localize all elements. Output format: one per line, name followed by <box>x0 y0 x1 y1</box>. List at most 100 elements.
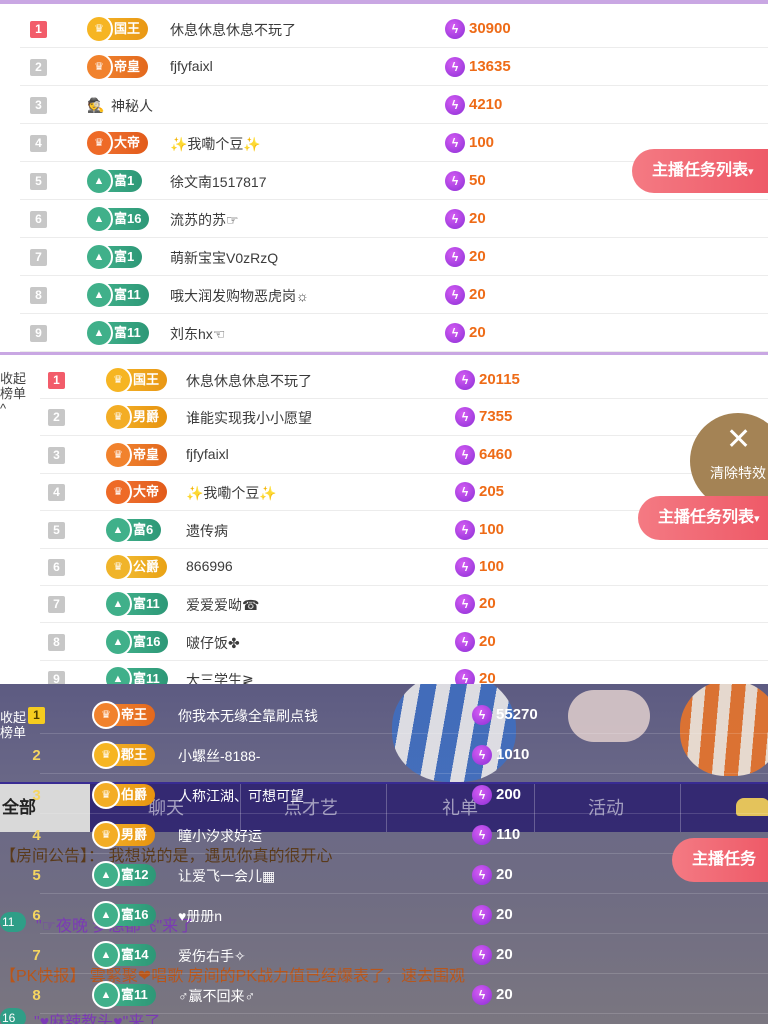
rank-row[interactable]: 3 ♛ 帝皇 fjfyfaixl ϟ 6460 <box>0 436 768 474</box>
user-name[interactable]: fjfyfaixl <box>186 446 229 462</box>
level-badge: ▲ 富6 <box>104 515 162 544</box>
score-value: 205 <box>479 483 505 501</box>
user-name[interactable]: 爱伤右手✧ <box>178 946 246 966</box>
lightning-icon: ϟ <box>445 95 465 115</box>
user-name[interactable]: 瞳小汐求好运 <box>178 826 262 846</box>
rank-row[interactable]: 4 ♛ 男爵 瞳小汐求好运 ϟ 110 <box>0 816 768 854</box>
chevron-down-icon: ▾ <box>754 513 760 525</box>
level-badge: ♛ 郡王 <box>92 741 156 769</box>
lightning-icon: ϟ <box>445 323 465 343</box>
score-value: 20 <box>469 324 486 341</box>
anchor-task-button[interactable]: 主播任务 <box>672 838 768 882</box>
rank-row[interactable]: 3 🕵 神秘人 ϟ 4210 <box>0 86 768 124</box>
rank-number: 7 <box>48 596 65 614</box>
level-badge-label: 富1 <box>114 173 135 188</box>
rank-number: 2 <box>48 409 65 427</box>
anchor-task-list-button[interactable]: 主播任务列表▾ <box>632 149 768 193</box>
level-badge-label: 富12 <box>121 867 149 882</box>
rich-level-icon: ▲ <box>85 319 113 347</box>
user-name[interactable]: 人称江湖、可想可望 <box>178 786 304 806</box>
rank-row[interactable]: 7 ▲ 富11 爱爱爱呦☎ ϟ 20 <box>0 585 768 624</box>
user-name[interactable]: 谁能实现我小小愿望 <box>186 408 312 428</box>
rank-number: 6 <box>30 211 47 228</box>
rank-panel-1: 1 ♛ 国王 休息休息休息不玩了 ϟ 30900 2 ♛ 帝皇 fjfyfaixl ϟ 13635 3 🕵… <box>0 0 768 352</box>
rich-level-icon: ▲ <box>85 281 113 309</box>
user-name[interactable]: 大三学生≷ <box>186 670 254 684</box>
contribution-score: ϟ 6460 <box>455 444 512 465</box>
lightning-icon: ϟ <box>445 247 465 267</box>
level-badge: ♛ 帝皇 <box>104 440 168 469</box>
user-name[interactable]: 啵仔饭✤ <box>186 633 240 653</box>
rank-row[interactable]: 8 ▲ 富11 哦大润发购物恶虎岗☼ ϟ 20 <box>0 276 768 314</box>
rank-row[interactable]: 1 ♛ 帝王 你我本无缘全靠刷点钱 ϟ 55270 <box>0 696 768 734</box>
lightning-icon: ϟ <box>472 705 492 725</box>
user-name[interactable]: 徐文南1517817 <box>170 172 267 192</box>
rank-row[interactable]: 7 ▲ 富1 萌新宝宝V0zRzQ ϟ 20 <box>0 238 768 276</box>
contribution-score: ϟ 13635 <box>445 57 511 77</box>
lightning-icon: ϟ <box>472 745 492 765</box>
level-badge: ♛ 公爵 <box>104 553 168 581</box>
score-value: 30900 <box>469 20 511 37</box>
score-value: 4210 <box>469 96 503 113</box>
crown-icon: ♛ <box>104 403 132 432</box>
rank-row[interactable]: 8 ▲ 富11 ♂赢不回来♂ ϟ 20 <box>0 976 768 1014</box>
contribution-score: ϟ 7355 <box>455 407 512 428</box>
user-name[interactable]: 让爱飞一会儿▦ <box>178 866 275 886</box>
anchor-task-list-button-2[interactable]: 主播任务列表▾ <box>638 496 768 540</box>
rank-number: 1 <box>30 21 47 38</box>
user-name[interactable]: 小螺丝-8188- <box>178 746 260 766</box>
level-badge: ♛ 男爵 <box>104 403 168 432</box>
user-name[interactable]: ✨我嘞个豆✨ <box>186 483 277 503</box>
row-divider <box>40 1013 768 1014</box>
rank-panel-3: 全部 聊天 点才艺 礼单 活动 【房间公告】： 我想说的是，遇见你真的很开心 1… <box>0 684 768 1024</box>
level-badge-label: 富11 <box>114 287 141 302</box>
crown-icon: ♛ <box>104 553 132 581</box>
user-name[interactable]: 刘东hx☜ <box>170 324 225 344</box>
rank-number: 4 <box>30 135 47 152</box>
rank-number: 5 <box>48 521 65 539</box>
rank-row[interactable]: 9 ▲ 富11 大三学生≷ ϟ 20 <box>0 660 768 684</box>
user-name[interactable]: 萌新宝宝V0zRzQ <box>170 248 278 268</box>
crown-icon: ♛ <box>92 741 120 769</box>
rank-row[interactable]: 7 ▲ 富14 爱伤右手✧ ϟ 20 <box>0 936 768 974</box>
user-name[interactable]: 遗传病 <box>186 521 228 541</box>
user-name[interactable]: ♥册册n <box>178 906 222 926</box>
rich-level-icon: ▲ <box>104 515 132 544</box>
rank-row[interactable]: 9 ▲ 富11 刘东hx☜ ϟ 20 <box>0 314 768 352</box>
lightning-icon: ϟ <box>445 285 465 305</box>
rank-row[interactable]: 1 ♛ 国王 休息休息休息不玩了 ϟ 20115 <box>0 361 768 399</box>
rank-row[interactable]: 6 ♛ 公爵 866996 ϟ 100 <box>0 548 768 586</box>
rank-row[interactable]: 3 ♛ 伯爵 人称江湖、可想可望 ϟ 200 <box>0 776 768 814</box>
level-badge-label: 男爵 <box>121 827 148 842</box>
user-name[interactable]: ✨我嘞个豆✨ <box>170 134 261 154</box>
user-name[interactable]: 爱爱爱呦☎ <box>186 595 259 615</box>
user-name[interactable]: fjfyfaixl <box>170 58 213 74</box>
user-name[interactable]: 哦大润发购物恶虎岗☼ <box>170 286 309 306</box>
crown-icon: ♛ <box>85 53 113 81</box>
level-badge-label: 大帝 <box>114 135 141 150</box>
rank-row[interactable]: 2 ♛ 郡王 小螺丝-8188- ϟ 1010 <box>0 736 768 774</box>
rank-row[interactable]: 2 ♛ 男爵 谁能实现我小小愿望 ϟ 7355 <box>0 398 768 437</box>
user-name[interactable]: 休息休息休息不玩了 <box>186 371 312 391</box>
level-badge: ▲ 富12 <box>92 861 157 889</box>
score-value: 20 <box>496 986 513 1003</box>
rank-row[interactable]: 6 ▲ 富16 流苏的苏☞ ϟ 20 <box>0 200 768 238</box>
user-name[interactable]: ♂赢不回来♂ <box>178 986 255 1006</box>
rank-row[interactable]: 1 ♛ 国王 休息休息休息不玩了 ϟ 30900 <box>0 10 768 48</box>
user-name[interactable]: 你我本无缘全靠刷点钱 <box>178 706 318 726</box>
level-badge-label: 富11 <box>133 596 160 612</box>
clear-effects-label: 清除特效 <box>710 465 766 481</box>
rank-row[interactable]: 6 ▲ 富16 ♥册册n ϟ 20 <box>0 896 768 934</box>
crown-icon: ♛ <box>92 821 120 849</box>
rank-number: 1 <box>48 372 65 389</box>
level-badge: ▲ 富1 <box>85 167 143 195</box>
rank-row[interactable]: 8 ▲ 富16 啵仔饭✤ ϟ 20 <box>0 623 768 661</box>
user-name[interactable]: 866996 <box>186 558 233 574</box>
rank-row[interactable]: 2 ♛ 帝皇 fjfyfaixl ϟ 13635 <box>0 48 768 86</box>
rank-row[interactable]: 5 ▲ 富12 让爱飞一会儿▦ ϟ 20 <box>0 856 768 894</box>
user-name[interactable]: 流苏的苏☞ <box>170 210 239 230</box>
level-badge: ▲ 富1 <box>85 243 143 271</box>
row-divider <box>40 773 768 774</box>
user-name[interactable]: 休息休息休息不玩了 <box>170 20 296 40</box>
user-name[interactable]: 神秘人 <box>111 96 153 116</box>
